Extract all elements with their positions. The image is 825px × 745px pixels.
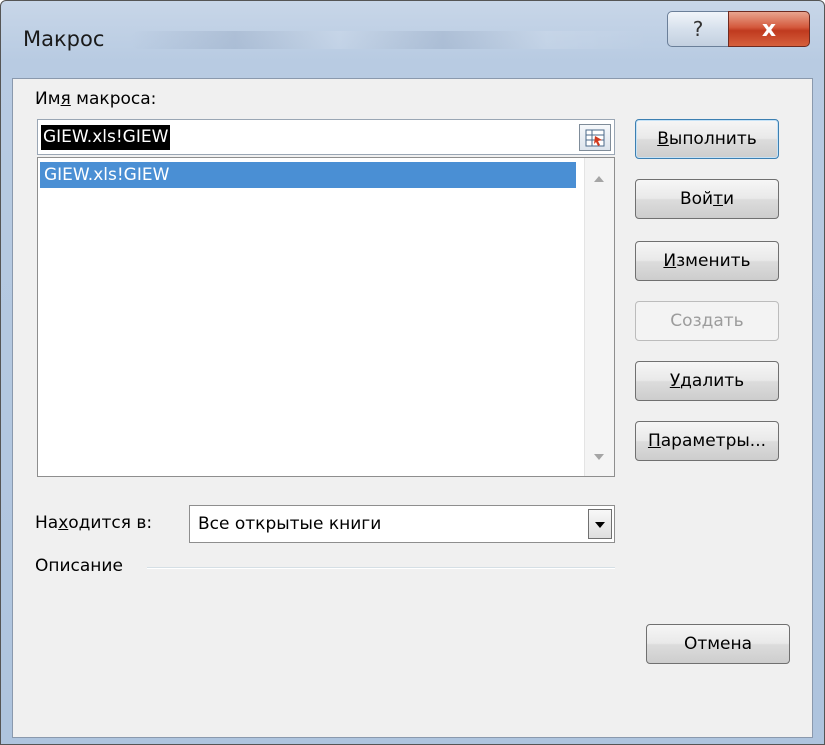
location-value: Все открытые книги (198, 514, 382, 534)
step-into-button[interactable]: Вой т и (635, 179, 779, 219)
location-label: Находится в: (35, 513, 153, 533)
run-button[interactable]: Выполнить (635, 119, 779, 159)
help-button[interactable]: ? (667, 11, 729, 47)
window-title: Макрос (23, 27, 105, 51)
range-select-icon (585, 129, 605, 146)
description-label: Описание (35, 556, 123, 576)
delete-button[interactable]: Удалить (635, 361, 779, 401)
help-icon: ? (692, 17, 704, 41)
description-divider (147, 567, 615, 569)
create-button: Создать (635, 301, 779, 341)
title-bar[interactable]: Макрос ? x (1, 1, 825, 79)
macro-list[interactable]: GIEW.xls!GIEW (37, 157, 615, 477)
close-button[interactable]: x (728, 11, 810, 47)
location-dropdown[interactable]: Все открытые книги (189, 505, 615, 543)
macro-list-scrollbar[interactable] (584, 158, 614, 476)
edit-button[interactable]: Изменить (635, 241, 779, 281)
title-bar-background (131, 31, 651, 49)
macro-name-input[interactable]: GIEW.xls!GIEW (37, 119, 615, 155)
close-icon: x (761, 16, 777, 42)
options-button[interactable]: Параметры... (635, 421, 779, 461)
macro-name-value: GIEW.xls!GIEW (41, 125, 171, 150)
macro-list-item-selected[interactable]: GIEW.xls!GIEW (40, 162, 576, 188)
chevron-down-icon (595, 522, 605, 528)
macro-name-label: Имя макроса: (35, 89, 157, 109)
scroll-down-icon[interactable] (594, 454, 604, 460)
scroll-up-icon[interactable] (594, 176, 604, 182)
cancel-button[interactable]: Отмена (646, 624, 790, 664)
collapse-dialog-button[interactable] (579, 124, 611, 151)
location-dropdown-button[interactable] (588, 509, 612, 539)
